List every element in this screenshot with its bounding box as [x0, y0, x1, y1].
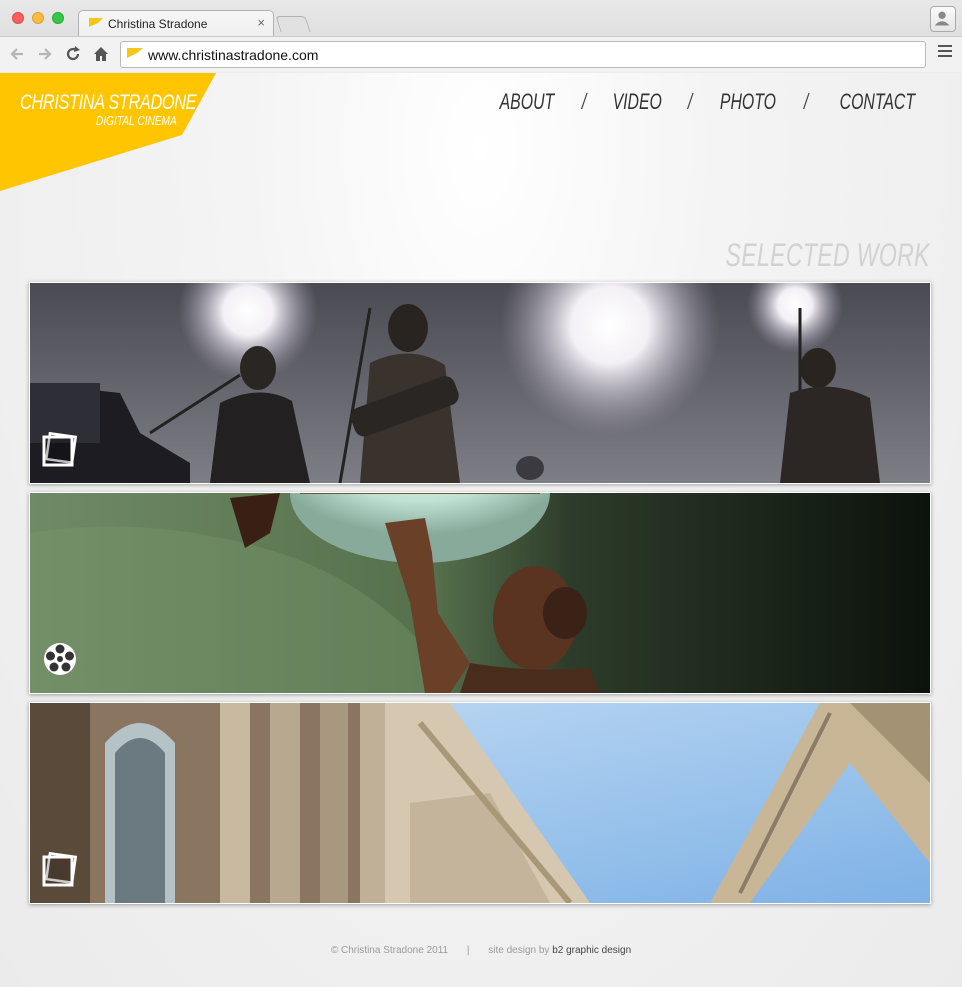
concert-photo: [30, 283, 930, 483]
section-title: SELECTED WORK: [725, 237, 930, 273]
profile-button[interactable]: [930, 6, 956, 32]
address-bar[interactable]: www.christinastradone.com: [120, 41, 926, 68]
reload-icon: [66, 46, 80, 61]
back-button[interactable]: [6, 43, 28, 65]
arrow-left-icon: [10, 48, 23, 60]
footer-copyright: © Christina Stradone 2011: [330, 945, 449, 956]
main-navigation: ABOUT / VIDEO / PHOTO / CONTACT: [489, 89, 930, 115]
photo-stack-icon: [42, 431, 78, 467]
site-favicon-icon: [127, 48, 143, 58]
home-button[interactable]: [90, 43, 112, 65]
nav-contact[interactable]: CONTACT: [840, 89, 915, 115]
logo-subtitle: DIGITAL CINEMA: [96, 113, 177, 128]
new-tab-button[interactable]: [275, 16, 311, 32]
film-reel-icon: [44, 643, 76, 675]
nav-photo[interactable]: PHOTO: [720, 89, 776, 115]
browser-window-chrome: Christina Stradone × www.christinastrado…: [0, 0, 962, 72]
arrow-right-icon: [39, 48, 52, 60]
work-panel-architecture[interactable]: [29, 702, 931, 904]
footer-separator: |: [466, 945, 470, 956]
close-window-button[interactable]: [12, 12, 24, 24]
browser-toolbar: www.christinastradone.com: [0, 36, 962, 72]
work-panel-concert[interactable]: [29, 282, 931, 484]
footer-credit-link[interactable]: b2 graphic design: [552, 945, 631, 956]
statue-photo: [30, 493, 930, 693]
site-favicon-icon: [89, 18, 103, 27]
reload-button[interactable]: [62, 43, 84, 65]
url-text: www.christinastradone.com: [148, 47, 319, 63]
nav-separator: /: [688, 89, 693, 114]
browser-menu-button[interactable]: [938, 45, 952, 59]
web-page: CHRISTINA STRADONE DIGITAL CINEMA ABOUT …: [0, 73, 962, 987]
work-panel-statue[interactable]: [29, 492, 931, 694]
home-icon: [94, 47, 108, 61]
forward-button[interactable]: [34, 43, 56, 65]
site-footer: © Christina Stradone 2011 | site design …: [0, 945, 962, 956]
footer-credit-prefix: site design by: [488, 945, 550, 956]
architecture-photo: [30, 703, 930, 903]
nav-video[interactable]: VIDEO: [612, 89, 661, 115]
tab-close-icon[interactable]: ×: [257, 15, 265, 30]
minimize-window-button[interactable]: [32, 12, 44, 24]
nav-separator: /: [581, 89, 586, 114]
tab-title: Christina Stradone: [108, 17, 208, 31]
person-icon: [934, 11, 950, 26]
nav-separator: /: [804, 89, 809, 114]
browser-tab[interactable]: Christina Stradone ×: [78, 10, 274, 37]
logo-name: CHRISTINA STRADONE: [20, 91, 197, 114]
zoom-window-button[interactable]: [52, 12, 64, 24]
site-logo[interactable]: CHRISTINA STRADONE DIGITAL CINEMA: [0, 73, 216, 191]
photo-stack-icon: [42, 851, 78, 887]
nav-about[interactable]: ABOUT: [499, 89, 554, 115]
